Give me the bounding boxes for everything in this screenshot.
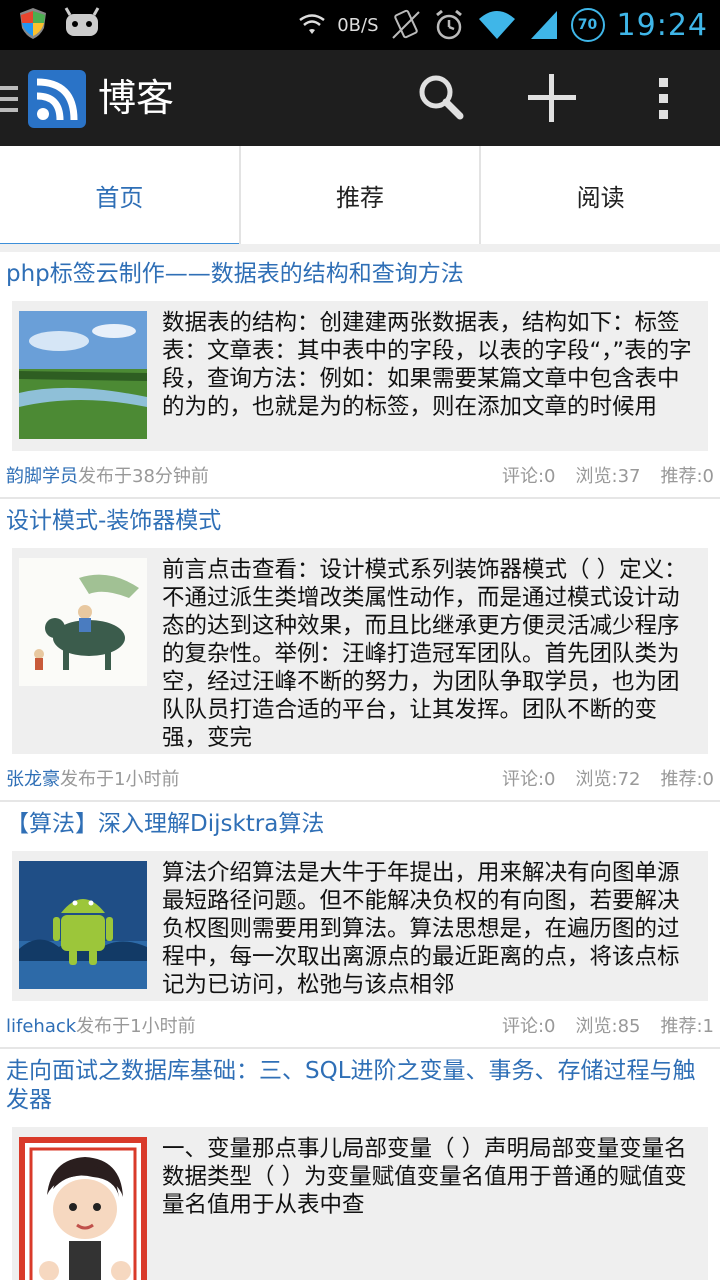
- article-title[interactable]: 走向面试之数据库基础：三、SQL进阶之变量、事务、存储过程与触发器: [0, 1049, 720, 1115]
- article-thumbnail: [19, 861, 147, 989]
- article-body: 一、变量那点事儿局部变量（ ）声明局部变量变量名数据类型（ ）为变量赋值变量名值…: [12, 1127, 708, 1280]
- publish-time: 发布于1小时前: [60, 769, 180, 790]
- comment-count: 评论:0: [501, 769, 556, 790]
- comment-count: 评论:0: [501, 466, 556, 487]
- article-summary: 数据表的结构：创建建两张数据表，结构如下：标签表：文章表：其中表中的字段，以表的…: [162, 310, 692, 420]
- article-title[interactable]: 【算法】深入理解Dijsktra算法: [0, 802, 720, 839]
- recommend-count: 推荐:0: [660, 466, 714, 487]
- article-body: 算法介绍算法是大牛于年提出，用来解决有向图单源最短路径问题。但不能解决负权的有向…: [12, 851, 708, 1001]
- tab-read[interactable]: 阅读: [481, 146, 720, 244]
- article-list: php标签云制作——数据表的结构和查询方法 数据表的结构：创建建两张数据表，结构…: [0, 252, 720, 1280]
- list-item[interactable]: php标签云制作——数据表的结构和查询方法 数据表的结构：创建建两张数据表，结构…: [0, 252, 720, 499]
- article-summary: 算法介绍算法是大牛于年提出，用来解决有向图单源最短路径问题。但不能解决负权的有向…: [162, 860, 680, 998]
- battery-level: 70: [577, 17, 598, 33]
- list-item[interactable]: 【算法】深入理解Dijsktra算法 算法介绍算法是大牛于年提出，用来解决有向图…: [0, 802, 720, 1049]
- signal-icon: [530, 11, 557, 39]
- comment-count: 评论:0: [501, 1016, 556, 1037]
- alarm-icon: [435, 9, 462, 40]
- tab-home[interactable]: 首页: [0, 146, 241, 248]
- article-thumbnail: [19, 1137, 147, 1280]
- article-thumbnail: [19, 311, 147, 439]
- shield-icon: [20, 8, 46, 39]
- author-link[interactable]: 韵脚学员: [6, 466, 78, 487]
- article-title[interactable]: php标签云制作——数据表的结构和查询方法: [0, 252, 720, 289]
- clock: 19:24: [616, 7, 708, 43]
- tab-recommend[interactable]: 推荐: [241, 146, 482, 244]
- article-title[interactable]: 设计模式-装饰器模式: [0, 499, 720, 536]
- vibrate-icon: [391, 9, 420, 39]
- publish-time: 发布于38分钟前: [78, 466, 209, 487]
- view-count: 浏览:72: [575, 769, 641, 790]
- list-item[interactable]: 走向面试之数据库基础：三、SQL进阶之变量、事务、存储过程与触发器 一、变量那点…: [0, 1049, 720, 1280]
- view-count: 浏览:37: [575, 466, 641, 487]
- article-meta: 张龙豪发布于1小时前 评论:0 浏览:72 推荐:0: [0, 754, 720, 800]
- tab-label: 推荐: [336, 183, 384, 212]
- author-link[interactable]: lifehack: [6, 1016, 76, 1037]
- wifi-small-icon: [299, 14, 325, 34]
- rss-icon[interactable]: [28, 70, 86, 128]
- app-title: 博客: [98, 76, 175, 120]
- net-speed: 0B/S: [337, 14, 379, 36]
- action-bar: 博客: [0, 50, 720, 146]
- article-thumbnail: [19, 558, 147, 686]
- recommend-count: 推荐:1: [660, 1016, 714, 1037]
- recommend-count: 推荐:0: [660, 769, 714, 790]
- article-meta: lifehack发布于1小时前 评论:0 浏览:85 推荐:1: [0, 1001, 720, 1047]
- tab-label: 首页: [95, 183, 144, 212]
- list-item[interactable]: 设计模式-装饰器模式 前言点击查看：设计模式系列装饰器模式（ ）定义：不通过派生…: [0, 499, 720, 802]
- article-meta: 韵脚学员发布于38分钟前 评论:0 浏览:37 推荐:0: [0, 451, 720, 497]
- overflow-icon[interactable]: [634, 70, 694, 126]
- status-bar: 0B/S 70 19:24: [0, 0, 720, 50]
- android-debug-icon: [64, 7, 100, 36]
- article-summary: 前言点击查看：设计模式系列装饰器模式（ ）定义：不通过派生类增改类属性动作，而是…: [162, 557, 687, 751]
- search-icon[interactable]: [412, 70, 472, 126]
- tab-bar: 首页 推荐 阅读: [0, 146, 720, 248]
- add-icon[interactable]: [522, 70, 582, 126]
- article-body: 数据表的结构：创建建两张数据表，结构如下：标签表：文章表：其中表中的字段，以表的…: [12, 301, 708, 451]
- divider: [0, 244, 720, 252]
- tab-label: 阅读: [576, 183, 625, 212]
- wifi-icon: [478, 11, 515, 39]
- battery-icon: 70: [570, 8, 605, 42]
- author-link[interactable]: 张龙豪: [6, 769, 60, 790]
- article-summary: 一、变量那点事儿局部变量（ ）声明局部变量变量名数据类型（ ）为变量赋值变量名值…: [162, 1136, 687, 1218]
- view-count: 浏览:85: [575, 1016, 641, 1037]
- publish-time: 发布于1小时前: [76, 1016, 196, 1037]
- article-body: 前言点击查看：设计模式系列装饰器模式（ ）定义：不通过派生类增改类属性动作，而是…: [12, 548, 708, 754]
- menu-icon[interactable]: [0, 86, 18, 112]
